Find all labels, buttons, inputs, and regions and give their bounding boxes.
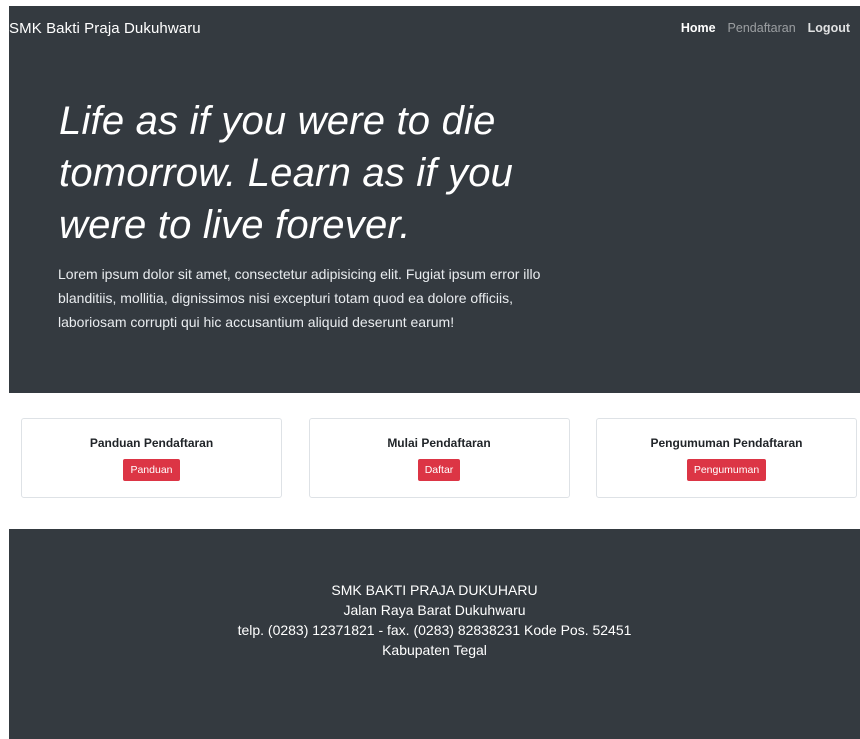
footer-contact: telp. (0283) 12371821 - fax. (0283) 8283…: [237, 622, 632, 638]
card-panduan: Panduan Pendaftaran Panduan: [21, 418, 282, 498]
nav-link-pendaftaran[interactable]: Pendaftaran: [728, 21, 796, 35]
brand-logo-text[interactable]: SMK Bakti Praja Dukuhwaru: [9, 20, 201, 37]
nav-link-home[interactable]: Home: [681, 21, 716, 35]
nav-links: Home Pendaftaran Logout: [681, 21, 850, 35]
pengumuman-button[interactable]: Pengumuman: [686, 459, 767, 481]
page: SMK Bakti Praja Dukuhwaru Home Pendaftar…: [9, 6, 860, 739]
nav-link-logout[interactable]: Logout: [808, 21, 850, 35]
card-title: Panduan Pendaftaran: [89, 436, 214, 450]
hero-heading: Life as if you were to die tomorrow. Lea…: [59, 99, 514, 247]
footer-school-name: SMK BAKTI PRAJA DUKUHARU: [331, 582, 538, 598]
card-title: Mulai Pendaftaran: [387, 436, 491, 450]
footer: SMK BAKTI PRAJA DUKUHARU Jalan Raya Bara…: [9, 529, 860, 739]
hero-jumbotron: Life as if you were to die tomorrow. Lea…: [9, 50, 860, 393]
hero-text: Lorem ipsum dolor sit amet, consectetur …: [58, 266, 541, 330]
footer-region: Kabupaten Tegal: [382, 642, 487, 658]
panduan-button[interactable]: Panduan: [123, 459, 180, 481]
card-row: Panduan Pendaftaran Panduan Mulai Pendaf…: [9, 418, 860, 498]
daftar-button[interactable]: Daftar: [417, 459, 461, 481]
footer-address: Jalan Raya Barat Dukuhwaru: [343, 602, 526, 618]
card-pengumuman: Pengumuman Pendaftaran Pengumuman: [596, 418, 857, 498]
card-title: Pengumuman Pendaftaran: [650, 436, 803, 450]
navbar: SMK Bakti Praja Dukuhwaru Home Pendaftar…: [9, 6, 860, 50]
card-daftar: Mulai Pendaftaran Daftar: [308, 418, 570, 498]
